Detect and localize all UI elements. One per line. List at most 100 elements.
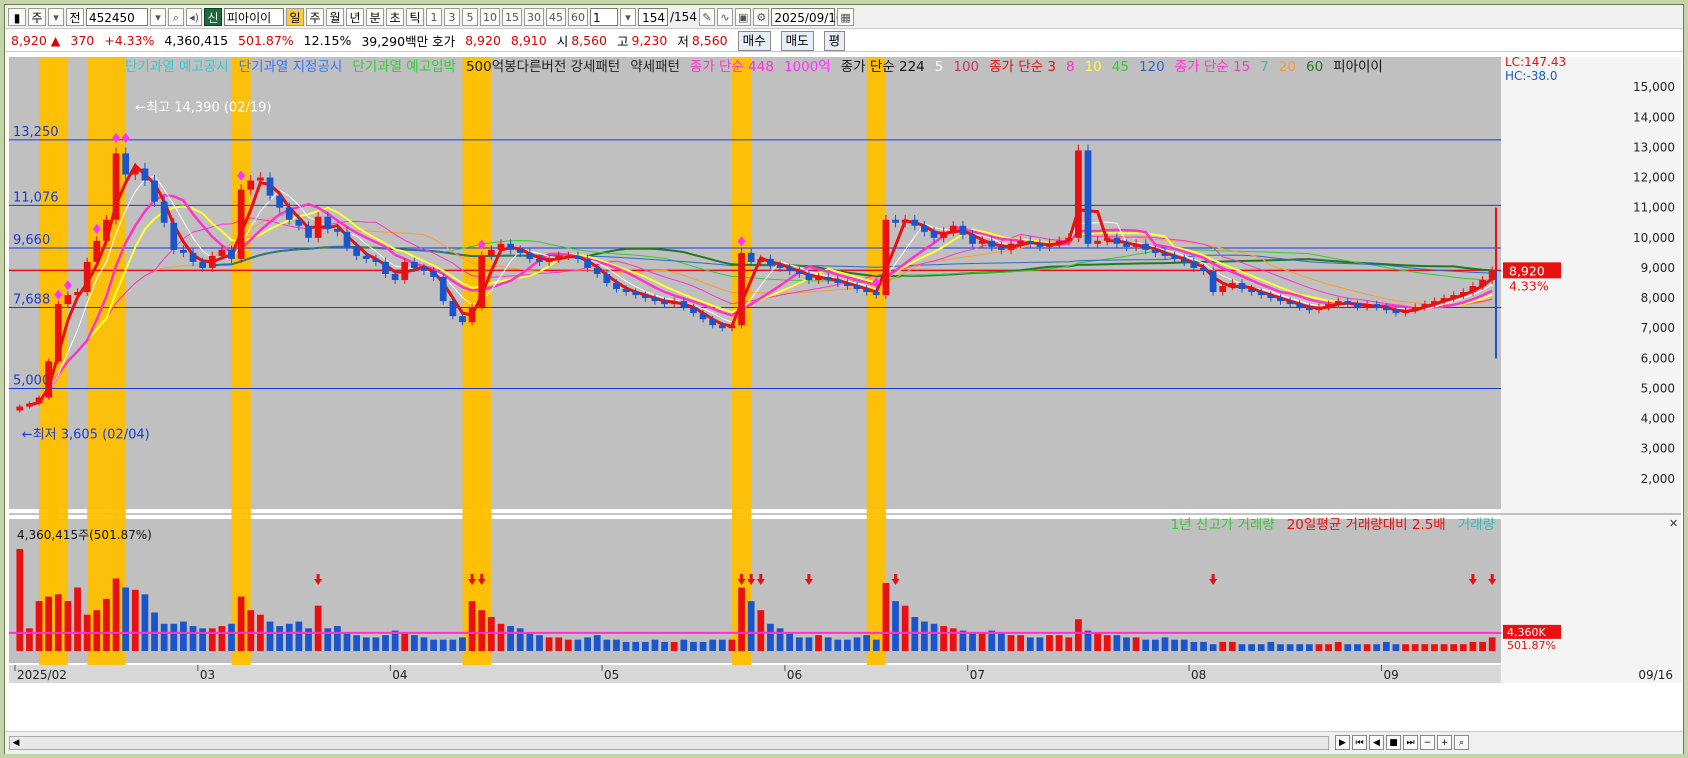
period-week-button[interactable]: 주 [306,7,324,26]
period-tick-button[interactable]: 틱 [406,7,424,26]
candle-body [988,240,996,247]
candle-body [160,201,168,223]
reference-line-label: 11,076 [13,190,59,205]
y-tick-label: 3,000 [1641,442,1675,456]
chart-area[interactable]: 13,250 11,076 9,660 7,688 5,000 ←최고 14,390 (0… [5,53,1683,729]
volume-bar [1488,637,1496,651]
volume-bar [728,639,736,651]
nav-stop-icon[interactable]: ■ [1386,735,1401,750]
x-tick-label: 03 [200,668,215,682]
candle-body [237,189,245,259]
period-minute-button[interactable]: 분 [366,7,384,26]
interval-30-button[interactable]: 30 [524,7,544,26]
bar-count-input[interactable]: 154 [638,7,668,26]
search-icon[interactable]: ⌕ [168,7,184,26]
magnify-icon[interactable]: ⌕ [1454,735,1469,750]
toolbar: ▮ 주 ▾ 전 452450 ▾ ⌕ ◂) 신 피아이이 일 주 월 년 분 초… [5,5,1683,29]
volume-legend-item: 거래량 [1458,517,1495,533]
volume-bar [863,635,871,651]
period-second-button[interactable]: 초 [386,7,404,26]
volume-bar [449,639,457,651]
nav-last-icon[interactable]: ⏭ [1403,735,1418,750]
volume-bar [1469,641,1477,651]
candle-body [411,261,418,268]
volume-bar [709,639,717,651]
interval-60-button[interactable]: 60 [568,7,588,26]
interval-1-button[interactable]: 1 [426,7,442,26]
volume-bar [468,601,476,651]
candle-body [26,403,33,407]
volume-bar [1046,635,1053,651]
zoom-in-icon[interactable]: + [1437,735,1452,750]
interval-45-button[interactable]: 45 [546,7,566,26]
code-dropdown-icon[interactable]: ▾ [150,7,166,26]
dropdown-arrow-icon[interactable]: ▾ [48,7,64,26]
period-year-button[interactable]: 년 [346,7,364,26]
candle-body [257,177,264,181]
candle-body [228,249,235,259]
volume-bar [1132,637,1140,651]
period-day-button[interactable]: 일 [286,7,304,26]
interval-dropdown-icon[interactable]: ▾ [620,7,636,26]
tools-icon[interactable]: ✎ [698,7,715,26]
candle-body [1180,258,1188,262]
period-month-button[interactable]: 월 [326,7,344,26]
candle-body [613,283,620,290]
chart-svg[interactable]: 13,250 11,076 9,660 7,688 5,000 ←최고 14,390 (0… [5,53,1683,729]
settings-icon[interactable]: ⚙ [753,7,770,26]
indicator-icon[interactable]: ∿ [716,7,733,26]
avg-button[interactable]: 평 [823,30,846,51]
volume-bar [1026,637,1034,651]
stock-name-field[interactable]: 피아이이 [224,7,284,26]
save-icon[interactable]: ▣ [734,7,752,26]
volume-bar [314,605,322,651]
x-tick-label: 05 [604,668,619,682]
legend-item: 단기과열 지정공시 [239,59,343,75]
volume-bar [1238,644,1246,651]
nav-first-icon[interactable]: ⏮ [1352,735,1367,750]
volume-bar [1200,641,1207,651]
nav-prev-icon[interactable]: ◀ [1369,735,1384,750]
candle-body [1190,261,1198,268]
candle-body [199,261,207,268]
legend-item: 종가 단순 15 [1175,59,1250,75]
volume-bar [661,641,668,651]
interval-5-button[interactable]: 5 [462,7,478,26]
interval-15-button[interactable]: 15 [502,7,522,26]
horizontal-scrollbar[interactable]: ◀ [9,736,1329,750]
sin-badge[interactable]: 신 [204,7,222,26]
x-tick-label: 08 [1191,668,1206,682]
y-tick-label: 7,000 [1641,321,1675,335]
chart-mode-icon[interactable]: ▮ [8,7,26,26]
volume-bar [420,637,428,651]
candle-body [1363,304,1371,308]
candle-body [1488,270,1496,280]
interval-3-button[interactable]: 3 [444,7,460,26]
high-annotation: ←최고 14,390 (02/19) [135,101,271,116]
candle-body [1238,283,1246,290]
nav-next-icon[interactable]: ▶ [1335,735,1350,750]
prev-button[interactable]: 전 [66,7,84,26]
bottom-bar: ◀ ▶ ⏮ ◀ ■ ⏭ − + ⌕ [5,731,1683,754]
buy-button[interactable]: 매수 [737,30,771,51]
candle-body [526,252,534,259]
candle-body [1026,240,1034,244]
scroll-left-icon[interactable]: ◀ [10,737,22,749]
stock-code-input[interactable]: 452450 [86,7,148,26]
volume-bar [921,621,928,651]
interval-10-button[interactable]: 10 [480,7,500,26]
zoom-out-icon[interactable]: − [1420,735,1435,750]
volume-bar [969,632,976,651]
volume-bar [1209,644,1217,651]
candle-body [54,304,62,362]
candle-body [401,261,409,280]
speaker-icon[interactable]: ◂) [186,7,202,26]
item-type-select[interactable]: 주 [28,7,46,26]
candle-body [131,168,139,175]
interval-value-input[interactable]: 1 [590,7,618,26]
volume-bar [122,587,130,651]
candle-body [1325,304,1332,308]
sell-button[interactable]: 매도 [780,30,814,51]
calendar-icon[interactable]: ▦ [837,7,854,26]
date-input[interactable]: 2025/09/16 [771,7,844,26]
